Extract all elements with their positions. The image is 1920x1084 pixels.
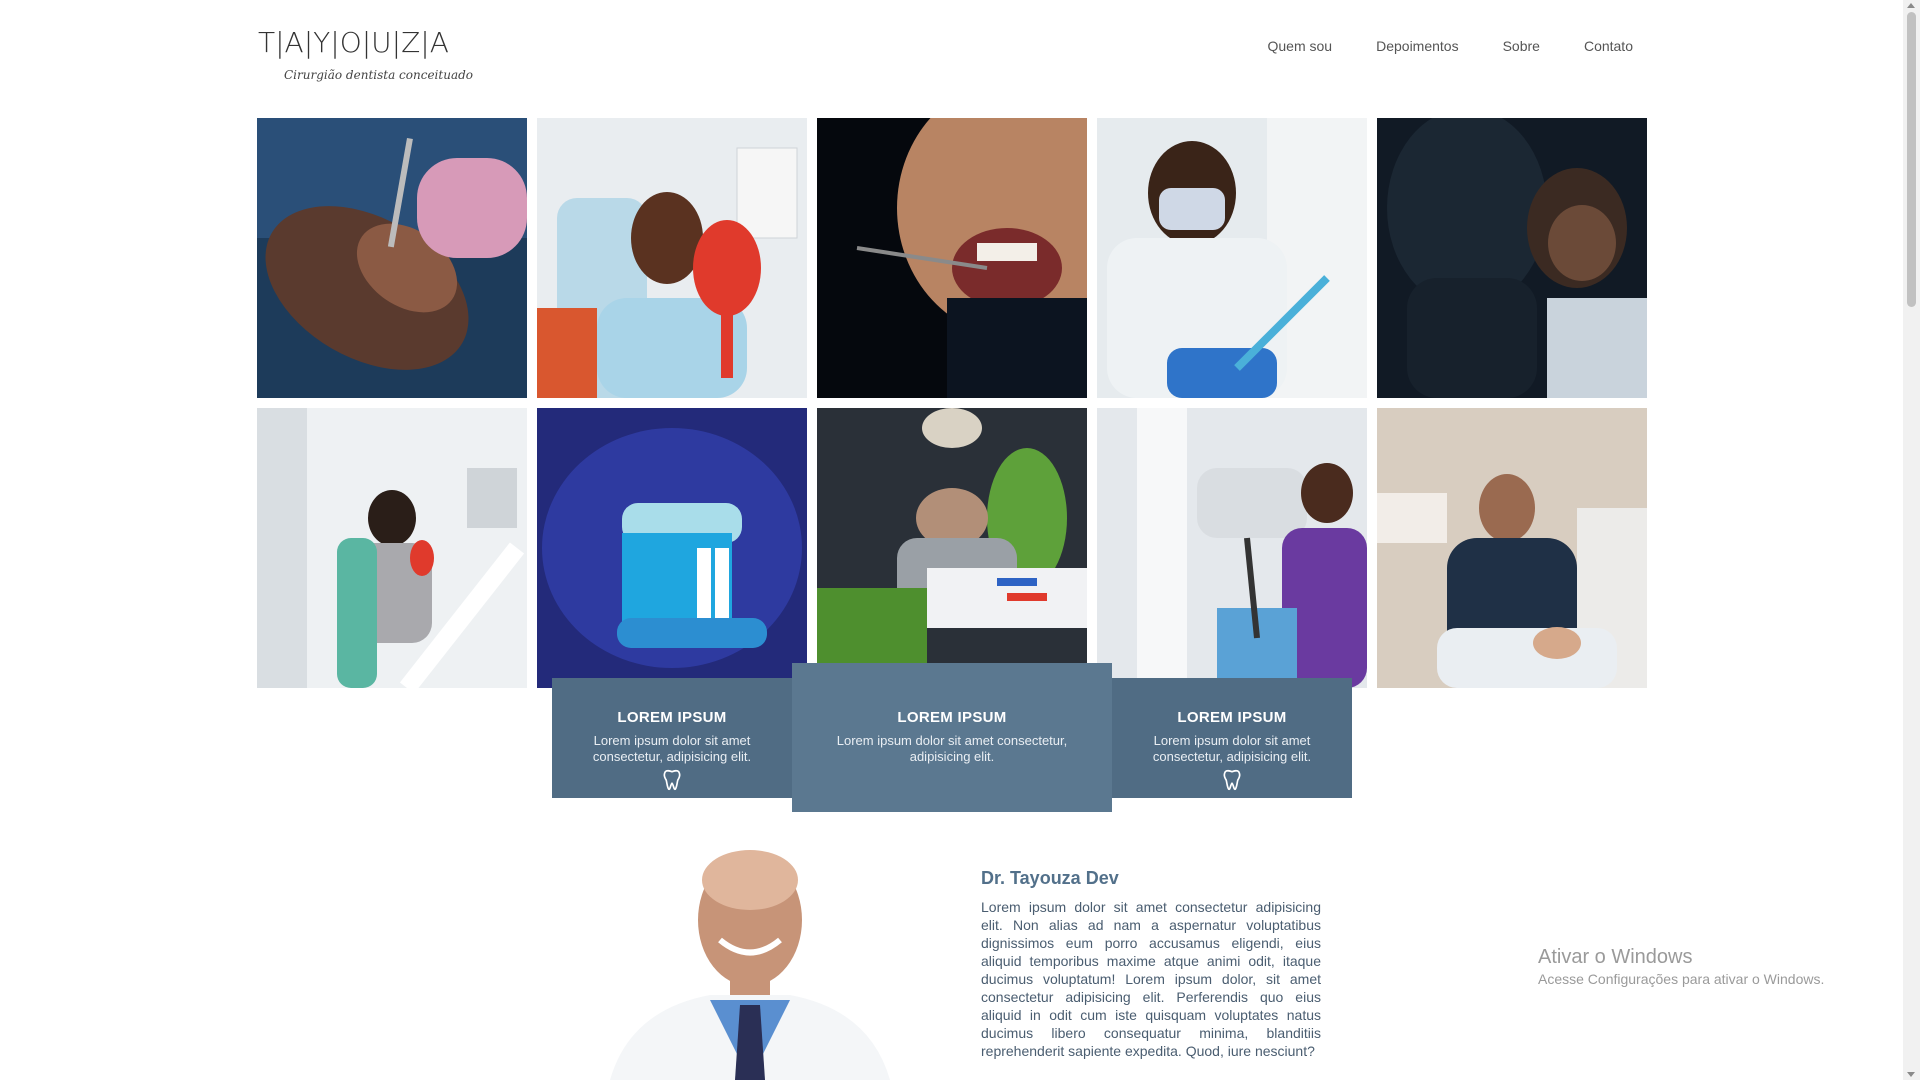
scroll-up-arrow-icon[interactable] [1907, 3, 1915, 8]
logo-letter: O [339, 26, 362, 59]
logo-divider: | [361, 26, 372, 59]
nav-contato[interactable]: Contato [1584, 38, 1633, 54]
gallery-photo-toothbrush [537, 408, 807, 688]
feature-card-title: LOREM IPSUM [617, 709, 727, 726]
gallery-photo-child-patient [1377, 118, 1647, 398]
feature-card-2: LOREM IPSUM Lorem ipsum dolor sit amet c… [792, 663, 1112, 812]
feature-card-text: Lorem ipsum dolor sit amet consectetur, … [592, 733, 752, 764]
logo-letter: Z [401, 26, 421, 59]
logo-wordmark: T | A | Y | O | U | Z | A [258, 26, 478, 60]
nav-quem-sou[interactable]: Quem sou [1268, 38, 1333, 54]
logo-divider: | [420, 26, 430, 59]
logo-letter: U [371, 26, 392, 59]
photo-gallery [257, 118, 1647, 688]
gallery-photo-dental-tray [817, 408, 1087, 688]
watermark-title: Ativar o Windows [1538, 946, 1693, 968]
vertical-scrollbar[interactable] [1903, 0, 1920, 1080]
feature-card-text: Lorem ipsum dolor sit amet consectetur, … [836, 733, 1068, 764]
tooth-icon [663, 769, 681, 791]
feature-card-text: Lorem ipsum dolor sit amet consectetur, … [1152, 733, 1312, 764]
doctor-bio: Lorem ipsum dolor sit amet consectetur a… [981, 899, 1321, 1059]
logo-divider: | [275, 26, 285, 59]
windows-activation-watermark: Ativar o Windows Acesse Configurações pa… [1538, 946, 1824, 987]
gallery-photo-dentist-masked [1097, 118, 1367, 398]
gallery-photo-dentist-treating [1377, 408, 1647, 688]
logo-divider: | [303, 26, 314, 59]
gallery-photo-young-man-chair [257, 408, 527, 688]
logo-divider: | [391, 26, 402, 59]
doctor-name: Dr. Tayouza Dev [981, 868, 1119, 888]
tooth-icon [1223, 769, 1241, 791]
watermark-subtitle: Acesse Configurações para ativar o Windo… [1538, 971, 1825, 987]
scrollbar-thumb[interactable] [1907, 12, 1916, 307]
nav-depoimentos[interactable]: Depoimentos [1376, 38, 1459, 54]
gallery-photo-dentist-microscope [1097, 408, 1367, 688]
logo-letter: T [258, 26, 276, 59]
brand-tagline: Cirurgião dentista conceituado [284, 68, 473, 82]
feature-card-1: LOREM IPSUM Lorem ipsum dolor sit amet c… [552, 678, 792, 798]
feature-card-title: LOREM IPSUM [1177, 709, 1287, 726]
main-nav: Quem sou Depoimentos Sobre Contato [1268, 38, 1634, 54]
doctor-portrait [590, 840, 910, 1080]
logo-letter: A [429, 26, 449, 59]
scroll-down-arrow-icon[interactable] [1907, 1072, 1915, 1077]
gallery-photo-smiling-patient [537, 118, 807, 398]
gallery-photo-mouth-closeup [817, 118, 1087, 398]
gallery-photo-patient-exam [257, 118, 527, 398]
brand-logo[interactable]: T | A | Y | O | U | Z | A Cirurgião dent… [258, 26, 478, 86]
feature-card-3: LOREM IPSUM Lorem ipsum dolor sit amet c… [1112, 678, 1352, 798]
feature-card-title: LOREM IPSUM [897, 709, 1007, 726]
logo-letter: A [284, 26, 304, 59]
logo-divider: | [330, 26, 340, 59]
nav-sobre[interactable]: Sobre [1503, 38, 1540, 54]
logo-letter: Y [313, 26, 331, 59]
